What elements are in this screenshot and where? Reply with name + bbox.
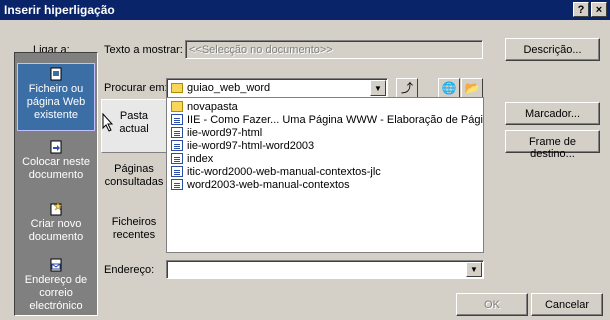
- browse-file-icon[interactable]: 📂: [461, 78, 483, 98]
- link-item-label: electrónico: [29, 300, 83, 312]
- email-icon: [50, 258, 62, 272]
- mouse-pointer-icon: [102, 113, 114, 132]
- list-item[interactable]: IIE - Como Fazer... Uma Página WWW - Ela…: [171, 114, 483, 127]
- link-item-label: existente: [33, 109, 79, 121]
- word-file-icon: [171, 140, 183, 151]
- link-item-label: documento: [28, 231, 84, 243]
- address-label: Endereço:: [104, 264, 155, 276]
- list-item[interactable]: novapasta: [171, 101, 238, 114]
- cancel-button[interactable]: Cancelar: [531, 293, 603, 316]
- look-in-combo[interactable]: guiao_web_word ▼: [166, 78, 388, 98]
- link-item-place-in-document[interactable]: Colocar neste documento: [17, 137, 95, 187]
- document-place-icon: [50, 140, 62, 154]
- insert-hyperlink-dialog: Inserir hiperligação ? × Ligar a: Fichei…: [0, 0, 610, 320]
- text-to-display-field[interactable]: <<Selecção no documento>>: [185, 40, 483, 59]
- list-item[interactable]: iie-word97-html-word2003: [171, 140, 314, 153]
- address-input[interactable]: ▼: [166, 260, 484, 279]
- link-item-existing-file[interactable]: Ficheiro ou página Web existente: [17, 63, 95, 131]
- word-file-icon: [171, 127, 183, 138]
- text-to-display-label: Texto a mostrar:: [104, 44, 183, 56]
- window-title: Inserir hiperligação: [4, 3, 115, 17]
- folder-icon: [171, 83, 183, 93]
- ok-button[interactable]: OK: [456, 293, 528, 316]
- title-bar: Inserir hiperligação ? ×: [0, 0, 610, 20]
- file-list[interactable]: novapasta IIE - Como Fazer... Uma Página…: [166, 97, 484, 253]
- link-to-bar: Ficheiro ou página Web existente Colocar…: [14, 52, 98, 316]
- chevron-down-icon[interactable]: ▼: [370, 80, 386, 96]
- link-item-label: Ficheiro ou: [28, 83, 84, 95]
- up-one-folder-icon[interactable]: ⤴: [396, 78, 418, 98]
- list-item[interactable]: index: [171, 153, 213, 166]
- link-item-label: Endereço de: [24, 274, 88, 286]
- description-button[interactable]: Descrição...: [505, 38, 600, 61]
- word-file-icon: [171, 166, 183, 177]
- chevron-down-icon[interactable]: ▼: [466, 262, 482, 277]
- text-to-display-value: <<Selecção no documento>>: [189, 44, 333, 56]
- sidebar-item-browsed-pages[interactable]: Páginas consultadas: [101, 163, 167, 193]
- look-in-label: Procurar em:: [104, 82, 168, 94]
- close-button[interactable]: ×: [591, 2, 607, 17]
- html-file-icon: [171, 114, 183, 125]
- word-file-icon: [171, 179, 183, 190]
- list-item[interactable]: itic-word2000-web-manual-contextos-jlc: [171, 166, 381, 179]
- look-in-value: guiao_web_word: [187, 82, 271, 94]
- link-item-label: página Web: [26, 96, 86, 108]
- list-item[interactable]: iie-word97-html: [171, 127, 262, 140]
- file-web-page-icon: [50, 67, 62, 81]
- link-item-email-address[interactable]: Endereço de correio electrónico: [17, 255, 95, 313]
- word-file-icon: [171, 153, 183, 164]
- help-button[interactable]: ?: [573, 2, 589, 17]
- new-document-icon: [50, 202, 63, 216]
- bookmark-button[interactable]: Marcador...: [505, 102, 600, 125]
- link-item-label: documento: [28, 169, 84, 181]
- folder-icon: [171, 101, 183, 112]
- target-frame-button[interactable]: Frame de destino...: [505, 130, 600, 160]
- browse-web-icon[interactable]: 🌐: [438, 78, 460, 98]
- sidebar-item-recent-files[interactable]: Ficheiros recentes: [101, 216, 167, 246]
- link-item-label: Colocar neste: [22, 156, 90, 168]
- link-item-label: correio: [39, 287, 73, 299]
- link-item-create-new-document[interactable]: Criar novo documento: [17, 199, 95, 249]
- list-item[interactable]: word2003-web-manual-contextos: [171, 179, 350, 192]
- link-item-label: Criar novo: [30, 218, 82, 230]
